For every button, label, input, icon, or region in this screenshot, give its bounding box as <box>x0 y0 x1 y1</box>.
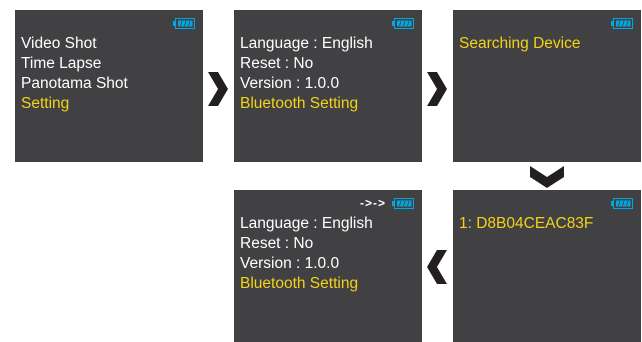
arrow-right-icon <box>208 72 228 106</box>
device-list-item[interactable]: 1: D8B04CEAC83F <box>459 214 593 234</box>
searching-device-label: Searching Device <box>459 35 581 52</box>
arrow-right-icon <box>427 72 447 106</box>
setting-language[interactable]: Language : English <box>240 34 373 54</box>
screen-device-found: 1: D8B04CEAC83F <box>453 190 641 342</box>
menu-item-setting[interactable]: Setting <box>21 94 69 114</box>
battery-icon <box>611 18 633 29</box>
menu-item-video-shot[interactable]: Video Shot <box>21 34 97 54</box>
screen-setting-connected: ->-> Language : English Reset : No Versi… <box>234 190 422 342</box>
setting-bluetooth[interactable]: Bluetooth Setting <box>240 274 358 294</box>
setting-reset[interactable]: Reset : No <box>240 234 313 254</box>
arrow-left-icon <box>427 250 447 284</box>
battery-icon <box>392 18 414 29</box>
screen-searching-device: Searching Device <box>453 10 641 162</box>
setting-version[interactable]: Version : 1.0.0 <box>240 74 339 94</box>
screen-main-menu: Video Shot Time Lapse Panotama Shot Sett… <box>15 10 203 162</box>
battery-icon <box>392 198 414 209</box>
screen-setting-menu: Language : English Reset : No Version : … <box>234 10 422 162</box>
setting-reset[interactable]: Reset : No <box>240 54 313 74</box>
arrow-down-icon <box>530 166 564 188</box>
menu-item-panorama-shot[interactable]: Panotama Shot <box>21 74 128 94</box>
setting-bluetooth[interactable]: Bluetooth Setting <box>240 94 358 114</box>
battery-icon <box>611 198 633 209</box>
setting-version[interactable]: Version : 1.0.0 <box>240 254 339 274</box>
battery-icon <box>173 18 195 29</box>
setting-language[interactable]: Language : English <box>240 214 373 234</box>
connection-status: ->-> <box>359 196 386 210</box>
menu-item-time-lapse[interactable]: Time Lapse <box>21 54 101 74</box>
